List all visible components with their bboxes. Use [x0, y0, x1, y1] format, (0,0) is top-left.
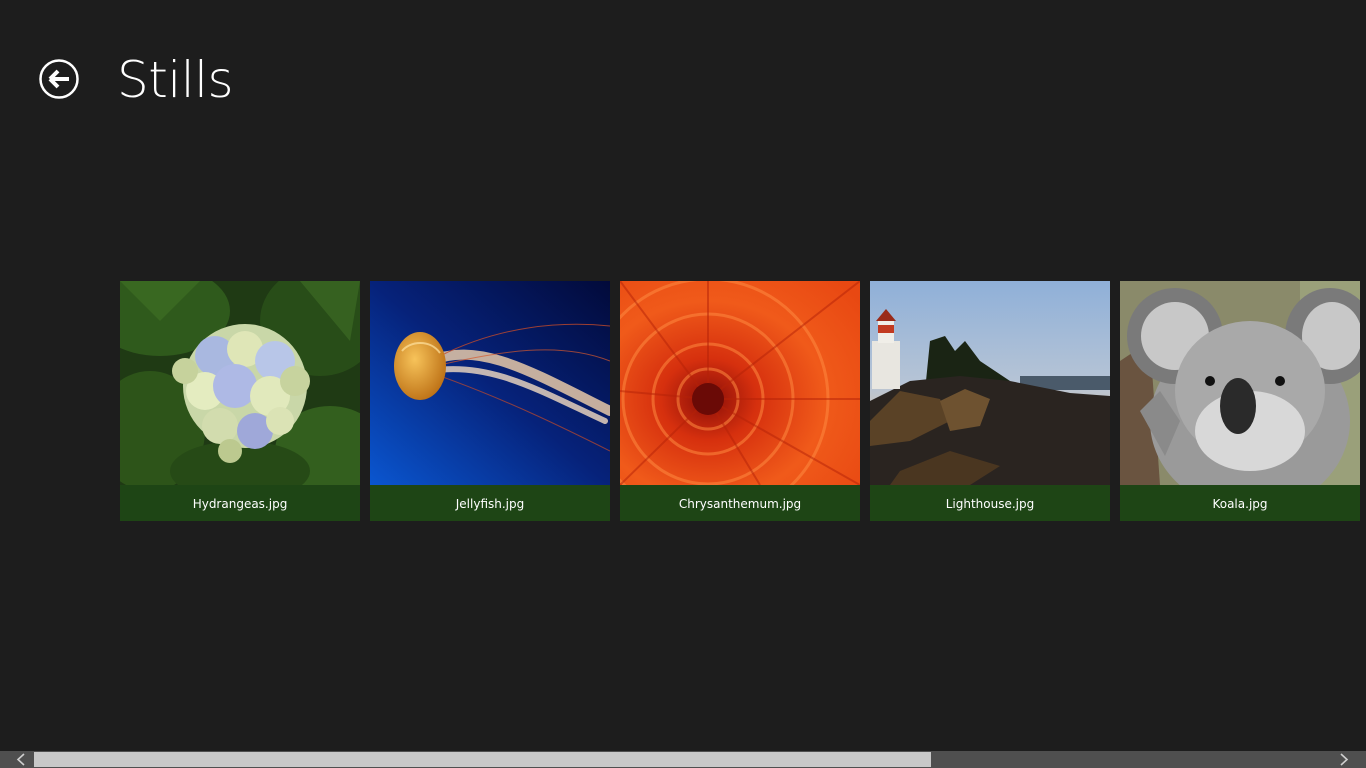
chrysanthemum-photo [620, 281, 860, 485]
tile-caption: Hydrangeas.jpg [192, 497, 288, 511]
hydrangea-photo [120, 281, 360, 485]
tile-caption: Koala.jpg [1212, 497, 1268, 511]
back-button[interactable] [39, 59, 79, 99]
gallery-tile-hydrangeas[interactable]: Hydrangeas.jpg [120, 281, 360, 521]
stills-page: Stills Hydrangeas.jpg Jellyfish.jpg Chry… [0, 0, 1366, 768]
tile-caption: Jellyfish.jpg [455, 497, 525, 511]
lighthouse-photo [870, 281, 1110, 485]
horizontal-scrollbar[interactable] [0, 751, 1366, 768]
gallery-tile-koala[interactable]: Koala.jpg [1120, 281, 1360, 521]
back-arrow-circle-icon [39, 59, 79, 99]
tile-caption: Chrysanthemum.jpg [678, 497, 802, 511]
tile-caption: Lighthouse.jpg [945, 497, 1035, 511]
chevron-right-icon [1340, 753, 1349, 766]
koala-photo [1120, 281, 1360, 485]
gallery-tile-chrysanthemum[interactable]: Chrysanthemum.jpg [620, 281, 860, 521]
scroll-left-button[interactable] [0, 751, 34, 768]
page-title: Stills [117, 51, 234, 109]
scroll-right-button[interactable] [1332, 751, 1366, 768]
scrollbar-thumb[interactable] [34, 752, 931, 767]
gallery-tile-lighthouse[interactable]: Lighthouse.jpg [870, 281, 1110, 521]
chevron-left-icon [16, 753, 25, 766]
gallery-tile-jellyfish[interactable]: Jellyfish.jpg [370, 281, 610, 521]
gallery-grid: Hydrangeas.jpg Jellyfish.jpg Chrysanthem… [120, 281, 1366, 521]
jellyfish-photo [370, 281, 610, 485]
